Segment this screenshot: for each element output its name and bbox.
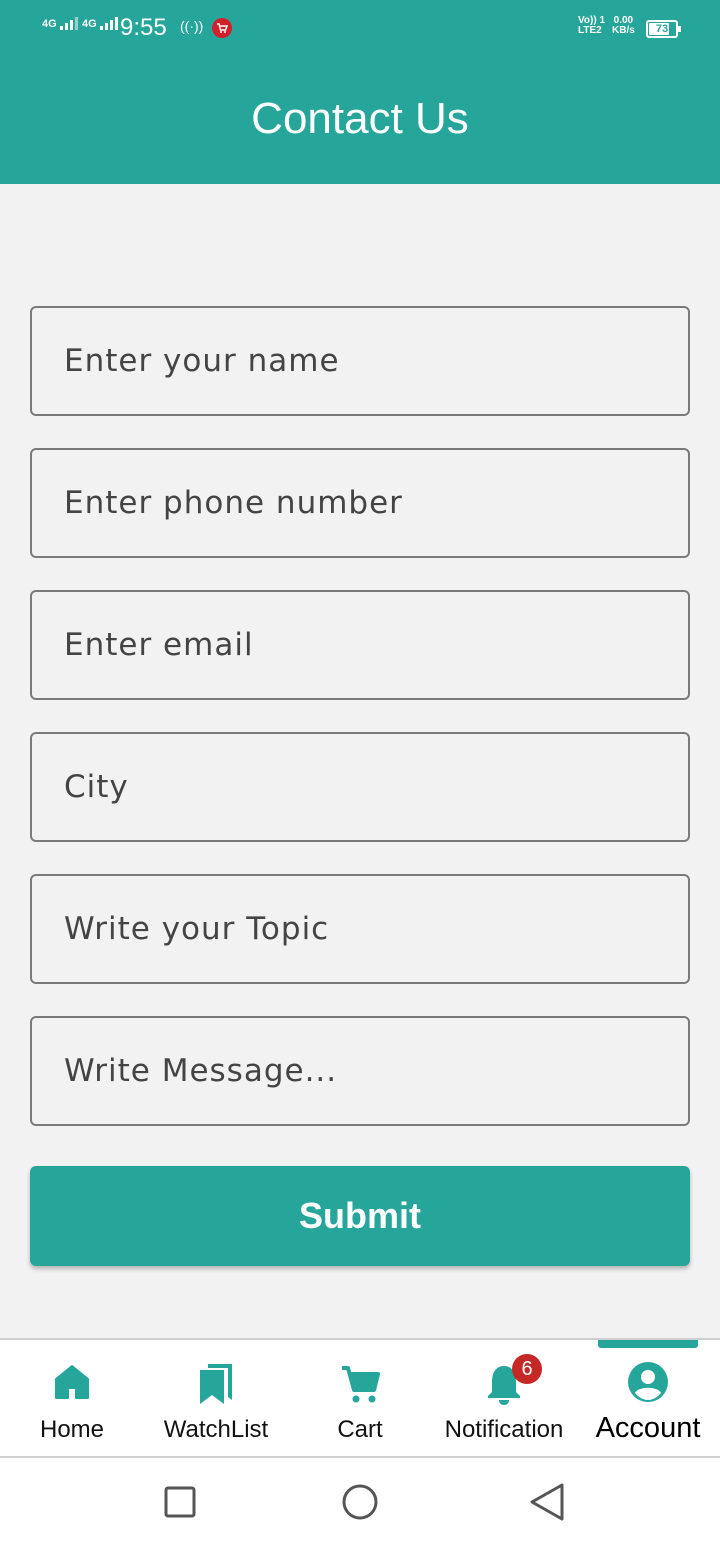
cart-icon xyxy=(338,1362,382,1411)
nav-label-home: Home xyxy=(39,1416,105,1443)
network-type-2: 4G xyxy=(82,18,97,30)
account-icon xyxy=(626,1360,670,1409)
shopping-app-notification-icon xyxy=(212,18,232,38)
volte-indicator: Vo)) 1 LTE2 xyxy=(578,16,605,36)
phone-input[interactable] xyxy=(32,450,688,556)
nav-item-notification[interactable]: 6 Notification xyxy=(432,1340,576,1458)
nav-label-watchlist: WatchList xyxy=(163,1416,269,1443)
home-icon xyxy=(52,1362,92,1407)
status-bar: 4G 4G 9:55 ((·)) Vo)) 1 LTE2 0.00 KB/s 7… xyxy=(0,0,720,58)
nav-label-notification: Notification xyxy=(444,1416,564,1443)
email-input[interactable] xyxy=(32,592,688,698)
signal-sim1-icon: 4G xyxy=(42,16,82,30)
signal-sim2-icon: 4G xyxy=(82,16,122,30)
phone-field[interactable] xyxy=(30,448,690,558)
message-input[interactable] xyxy=(32,1018,688,1124)
submit-button[interactable]: Submit xyxy=(30,1166,690,1266)
nav-item-watchlist[interactable]: WatchList xyxy=(144,1340,288,1458)
email-field[interactable] xyxy=(30,590,690,700)
home-circle-icon[interactable] xyxy=(342,1484,378,1525)
recents-square-icon[interactable] xyxy=(164,1486,196,1523)
city-field[interactable] xyxy=(30,732,690,842)
nav-item-account[interactable]: Account xyxy=(576,1340,720,1458)
system-navigation-bar xyxy=(0,1458,720,1544)
city-input[interactable] xyxy=(32,734,688,840)
nav-label-cart: Cart xyxy=(337,1416,383,1443)
battery-icon: 73 xyxy=(646,20,681,38)
volte-bottom-text: LTE2 xyxy=(578,25,602,36)
contact-us-screen: 4G 4G 9:55 ((·)) Vo)) 1 LTE2 0.00 KB/s 7… xyxy=(0,0,720,1544)
page-title: Contact Us xyxy=(251,94,469,143)
message-field[interactable] xyxy=(30,1016,690,1126)
hotspot-icon: ((·)) xyxy=(180,18,204,34)
nav-item-home[interactable]: Home xyxy=(0,1340,144,1458)
nav-label-account: Account xyxy=(595,1412,701,1444)
topic-input[interactable] xyxy=(32,876,688,982)
nav-item-cart[interactable]: Cart xyxy=(288,1340,432,1458)
bookmarks-icon xyxy=(196,1362,236,1411)
name-field[interactable] xyxy=(30,306,690,416)
back-triangle-icon[interactable] xyxy=(528,1482,566,1527)
notification-count-badge: 6 xyxy=(512,1354,542,1384)
status-time: 9:55 xyxy=(120,14,167,41)
network-type-1: 4G xyxy=(42,18,57,30)
speed-unit: KB/s xyxy=(612,25,635,36)
battery-level: 73 xyxy=(655,23,669,35)
topic-field[interactable] xyxy=(30,874,690,984)
network-speed: 0.00 KB/s xyxy=(612,16,635,36)
app-header: 4G 4G 9:55 ((·)) Vo)) 1 LTE2 0.00 KB/s 7… xyxy=(0,0,720,184)
name-input[interactable] xyxy=(32,308,688,414)
bottom-navigation: Home WatchList Cart 6 Notification Accou… xyxy=(0,1338,720,1458)
